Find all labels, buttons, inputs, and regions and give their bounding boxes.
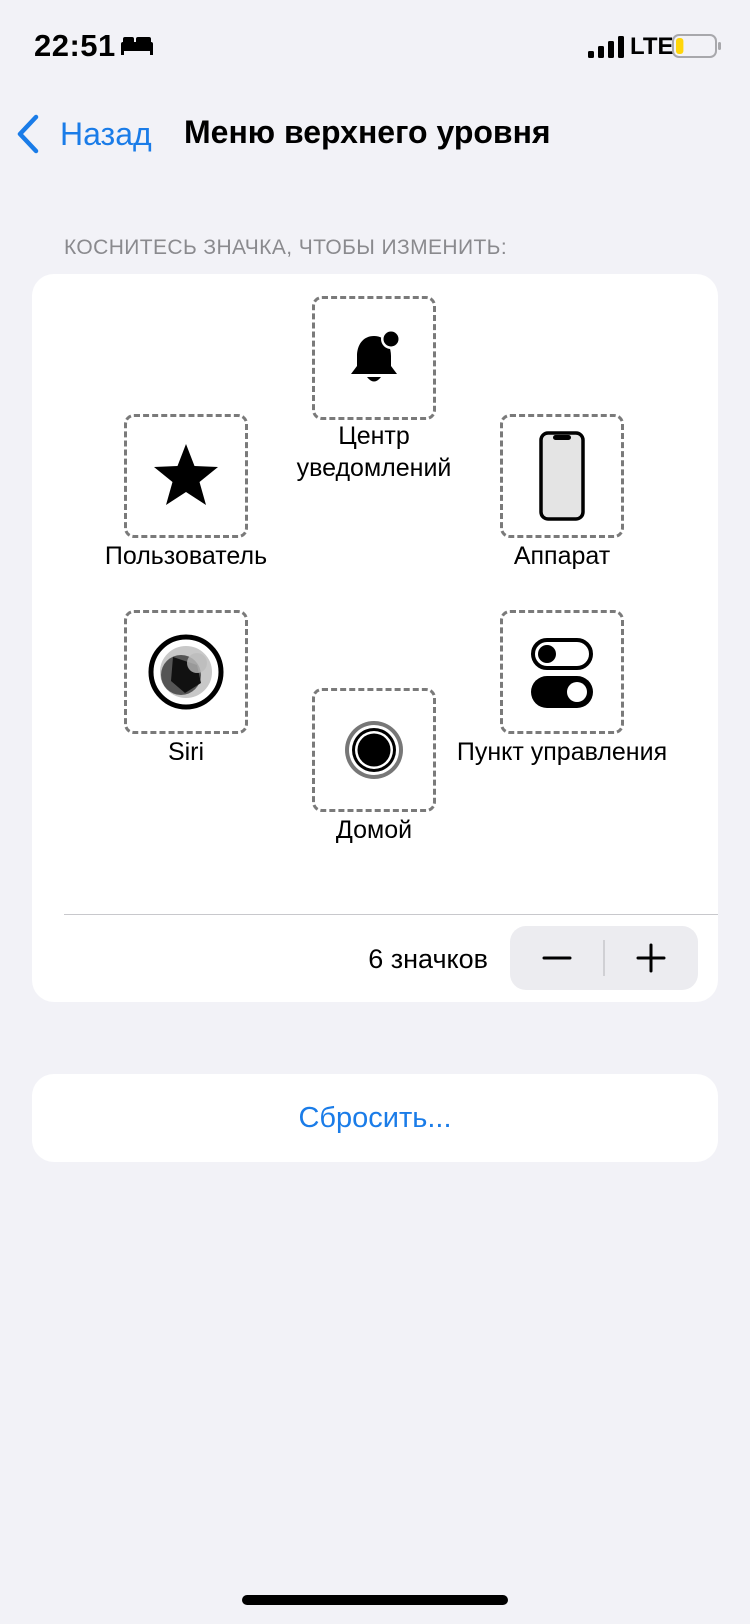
- menu-label-notification-center: Центр уведомлений: [296, 422, 452, 482]
- divider: [64, 914, 718, 915]
- icon-count-label: 6 значков: [368, 944, 488, 974]
- icon-count-stepper: [510, 926, 698, 990]
- menu-label-home: Домой: [335, 816, 413, 844]
- status-bar: 22:51 LTE: [0, 0, 750, 96]
- reset-label: Сбросить...: [298, 1101, 452, 1134]
- toggles-icon: [531, 638, 593, 708]
- section-header: КОСНИТЕСЬ ЗНАЧКА, ЧТОБЫ ИЗМЕНИТЬ:: [64, 236, 508, 259]
- bell-icon: [351, 329, 401, 382]
- menu-label-siri: Siri: [167, 738, 205, 766]
- back-button[interactable]: Назад: [16, 110, 152, 158]
- reset-button[interactable]: Сбросить...: [32, 1074, 718, 1162]
- menu-slot-control-center[interactable]: [500, 610, 624, 734]
- back-label: Назад: [60, 115, 152, 152]
- home-button-icon: [345, 721, 403, 779]
- increment-button[interactable]: [604, 926, 698, 990]
- signal-icon: [588, 36, 624, 58]
- menu-label-control-center: Пункт управления: [456, 738, 668, 766]
- network-type: LTE: [630, 33, 674, 60]
- status-time: 22:51: [34, 28, 116, 63]
- menu-label-device: Аппарат: [513, 542, 611, 570]
- battery-icon: [672, 34, 721, 58]
- top-level-menu-card: Центр уведомлений Пользователь Аппарат S…: [32, 274, 718, 1002]
- chevron-left-icon: [17, 114, 39, 154]
- page-title: Меню верхнего уровня: [184, 114, 551, 150]
- phone-icon: [539, 431, 585, 521]
- menu-slot-user[interactable]: [124, 414, 248, 538]
- bed-icon: [121, 37, 153, 55]
- menu-slot-device[interactable]: [500, 414, 624, 538]
- siri-icon: [148, 634, 224, 710]
- home-indicator: [242, 1595, 508, 1605]
- star-icon: [154, 444, 218, 505]
- decrement-button[interactable]: [510, 926, 604, 990]
- menu-slot-notification-center[interactable]: [312, 296, 436, 420]
- menu-label-user: Пользователь: [104, 542, 268, 570]
- menu-slot-home[interactable]: [312, 688, 436, 812]
- minus-icon: [542, 956, 572, 960]
- menu-slot-siri[interactable]: [124, 610, 248, 734]
- plus-icon: [636, 943, 666, 973]
